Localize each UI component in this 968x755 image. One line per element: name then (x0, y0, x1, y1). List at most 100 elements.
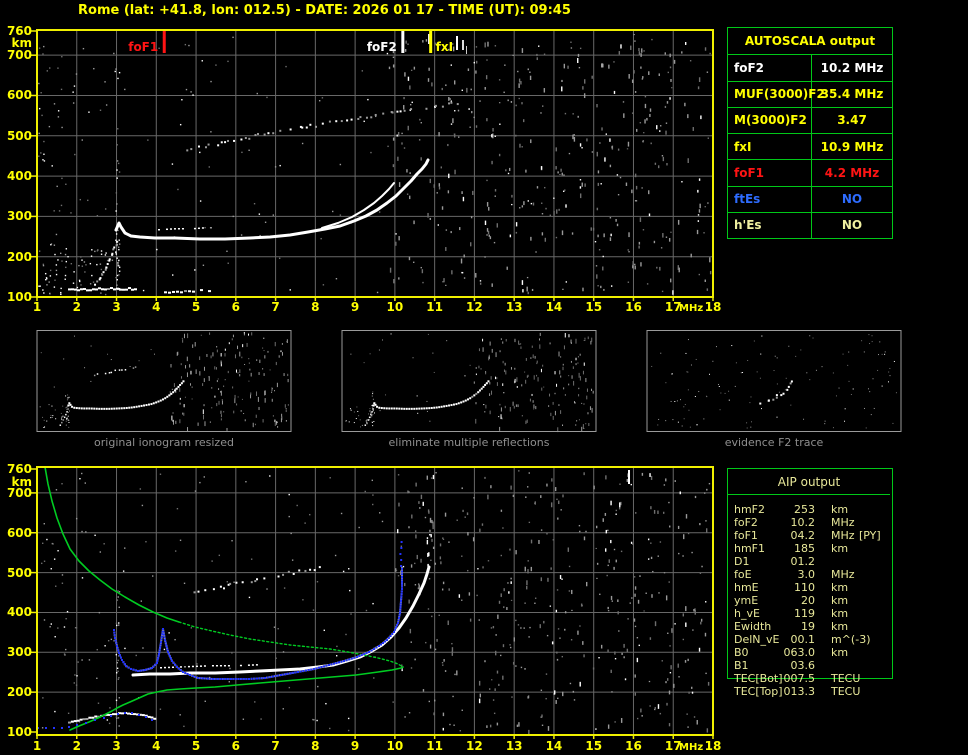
autoscala-param-label: ftEs (728, 186, 812, 212)
aip-cell: 10.2 (790, 516, 816, 529)
aip-row-d1: D1 01.2 (727, 555, 897, 568)
y-tick-label: 400 (6, 169, 32, 184)
aip-cell: 04.2 (790, 529, 816, 542)
aip-cell: km (831, 581, 849, 594)
aip-cell: km (831, 646, 849, 659)
autoscala-param-label: foF2 (728, 55, 812, 81)
aip-cell: 063.0 (783, 646, 816, 659)
marker-label-fxi: fxI (435, 40, 454, 54)
x-tick-label: 11 (426, 739, 443, 753)
x-tick-label: 11 (426, 300, 443, 314)
autoscala-param-value: 3.47 (837, 113, 867, 128)
y-tick-label: 500 (6, 128, 32, 143)
x-tick-label: 5 (191, 300, 201, 314)
aip-cell: TECU (831, 672, 861, 685)
thumbnail-caption-evidence: evidence F2 trace (724, 436, 824, 449)
aip-cell: 013.3 (783, 685, 816, 698)
autoscala-param-value: 10.9 MHz (820, 139, 884, 154)
autoscala-row-ftes: ftEs NO (728, 185, 892, 212)
aip-cell: 253 (794, 503, 815, 516)
aip-cell: TECU (831, 685, 861, 698)
aip-cell: MHz (831, 516, 855, 529)
autoscala-param-label: MUF(3000)F2 (728, 81, 825, 107)
thumbnail-caption-eliminate: eliminate multiple reflections (388, 436, 550, 449)
aip-cell: D1 (734, 555, 750, 568)
aip-cell: 007.5 (783, 672, 816, 685)
x-tick-label: 15 (585, 300, 603, 314)
y-tick-label: 200 (6, 685, 32, 700)
aip-row-b0: B0 063.0 km (727, 646, 897, 659)
y-tick-label: 500 (6, 565, 32, 580)
x-axis-unit-mhz: MHz (679, 303, 704, 314)
autoscala-row-fof2: foF2 10.2 MHz (728, 54, 892, 81)
autoscala-row-h'es: h'Es NO (728, 211, 892, 238)
x-tick-label: 4 (152, 300, 161, 314)
autoscala-param-value: 4.2 MHz (824, 165, 880, 180)
aip-cell: 19 (801, 620, 815, 633)
aip-cell: m^(-3) (831, 633, 871, 646)
aip-cell: foF2 (734, 516, 758, 529)
autoscala-param-value: 35.4 MHz (820, 87, 884, 102)
autoscala-row-m(3000)f2: M(3000)F2 3.47 (728, 106, 892, 133)
x-tick-label: 13 (505, 300, 523, 314)
aip-cell: MHz (831, 568, 855, 581)
aip-row-foe: foE 3.0 MHz (727, 568, 897, 581)
station-title: Rome (lat: +41.8, lon: 012.5) - DATE: 20… (78, 3, 571, 18)
aip-cell: B1 (734, 659, 749, 672)
x-tick-label: 7 (271, 300, 280, 314)
y-tick-label: 600 (6, 525, 32, 540)
y-axis-unit-km: km (11, 475, 32, 489)
y-tick-label: 760 (6, 462, 32, 476)
aip-cell: km (831, 503, 849, 516)
aip-cell: foF1 (734, 529, 758, 542)
autoscala-row-fof1: foF1 4.2 MHz (728, 159, 892, 186)
autoscala-param-label: foF1 (728, 160, 812, 186)
aip-cell: Ewidth (734, 620, 772, 633)
x-tick-label: 5 (191, 739, 201, 753)
aip-cell: foE (734, 568, 752, 581)
aip-row-ewidth: Ewidth 19 km (727, 620, 897, 633)
aip-cell: DelN_vE (734, 633, 780, 646)
aip-cell: 3.0 (797, 568, 816, 581)
aip-row-tec[bot]: TEC[Bot] 007.5 TECU (727, 672, 897, 685)
x-tick-label: 14 (545, 300, 563, 314)
x-tick-label: 13 (505, 739, 523, 753)
x-tick-label: 6 (231, 300, 240, 314)
x-tick-label: 2 (72, 300, 81, 314)
x-tick-label: 1 (32, 739, 42, 753)
x-tick-label: 6 (231, 739, 240, 753)
aip-row-h_ve: h_vE 119 km (727, 607, 897, 620)
aip-row-yme: ymE 20 km (727, 594, 897, 607)
aip-cell: km (831, 542, 849, 555)
aip-cell: B0 (734, 646, 749, 659)
y-tick-label: 300 (6, 645, 32, 660)
y-tick-label: 200 (6, 249, 32, 264)
x-tick-label: 8 (311, 739, 320, 753)
thumbnail-caption-original: original ionogram resized (94, 436, 234, 449)
aip-cell: 00.1 (790, 633, 816, 646)
autoscala-param-label: M(3000)F2 (728, 107, 812, 133)
x-tick-label: 3 (112, 739, 121, 753)
aip-rows: hmF2 253 km foF2 10.2 MHz foF1 04.2 MHz [PY] hmF1 1… (727, 503, 897, 698)
autoscala-row-fxi: fxI 10.9 MHz (728, 133, 892, 160)
x-tick-label: 2 (72, 739, 81, 753)
x-tick-label: 12 (466, 739, 483, 753)
aip-row-fof1: foF1 04.2 MHz [PY] (727, 529, 897, 542)
aip-cell: 185 (794, 542, 815, 555)
aip-cell: MHz (831, 529, 855, 542)
x-tick-label: 10 (386, 739, 404, 753)
aip-cell: 20 (801, 594, 815, 607)
autoscala-table-title: AUTOSCALA output (744, 34, 876, 49)
aip-row-b1: B1 03.6 (727, 659, 897, 672)
y-tick-label: 300 (6, 209, 32, 224)
aip-row-tec[top]: TEC[Top] 013.3 TECU (727, 685, 897, 698)
y-tick-label: 700 (6, 48, 32, 63)
aip-cell: hmF1 (734, 542, 766, 555)
x-tick-label: 15 (585, 739, 603, 753)
x-tick-label: 16 (625, 739, 642, 753)
autoscala-param-value: NO (841, 192, 863, 207)
aip-cell: km (831, 607, 849, 620)
y-tick-label: 100 (6, 725, 32, 739)
aip-row-fof2: foF2 10.2 MHz (727, 516, 897, 529)
aip-cell: h_vE (734, 607, 760, 620)
